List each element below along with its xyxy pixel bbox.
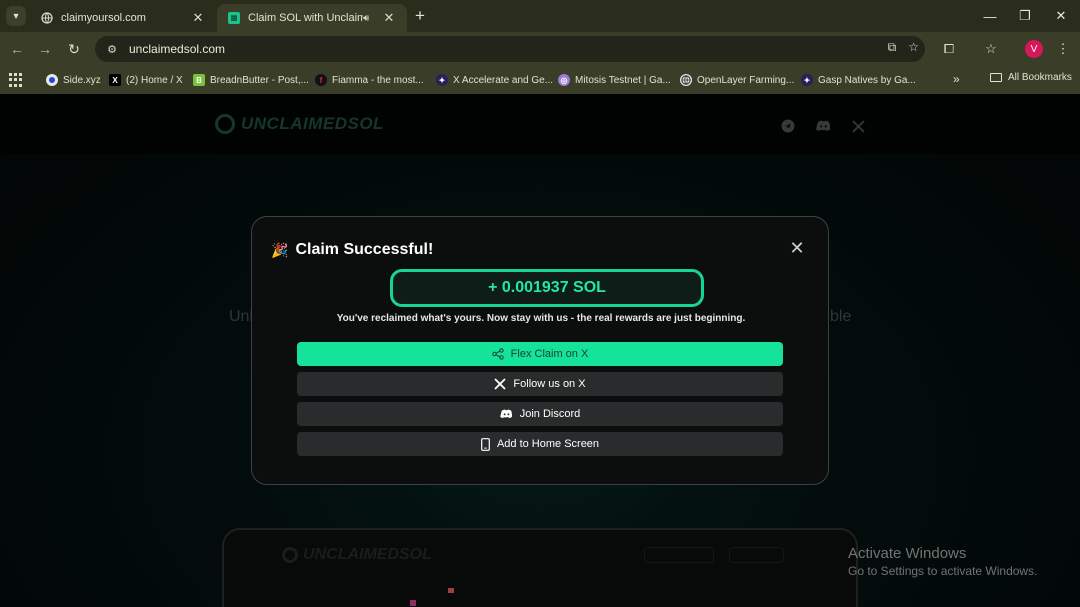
breadnbutter-icon: B [193, 74, 205, 86]
browser-toolbar: ← → ↻ ⚙ unclaimedsol.com ⧉ ☆ ⧠ ☆ V ⋮ [0, 32, 1080, 66]
phone-icon [481, 437, 490, 451]
site-info-icon[interactable]: ⚙ [101, 43, 123, 56]
minimize-button[interactable]: — [973, 0, 1007, 32]
close-icon[interactable]: ✕ [789, 239, 805, 257]
bookmarks-star-icon[interactable]: ☆ [980, 38, 1002, 60]
reload-icon[interactable]: ↻ [63, 38, 85, 60]
bookmark-item[interactable]: OpenLayer Farming... [680, 72, 794, 88]
follow-on-x-button[interactable]: Follow us on X [297, 372, 783, 396]
add-to-home-screen-button[interactable]: Add to Home Screen [297, 432, 783, 456]
tab-title: claimyoursol.com [61, 12, 146, 24]
flex-claim-on-x-button[interactable]: Flex Claim on X [297, 342, 783, 366]
cast-icon[interactable]: ⧉ [888, 40, 897, 55]
bookmark-item[interactable]: B BreadnButter - Post,... [193, 72, 309, 88]
modal-title: 🎉 Claim Successful! [271, 241, 434, 258]
close-window-button[interactable]: ✕ [1044, 0, 1078, 32]
bookmark-item[interactable]: X (2) Home / X [109, 72, 183, 88]
bookmark-item[interactable]: ✦ Gasp Natives by Ga... [801, 72, 916, 88]
more-bookmarks-chevron-icon[interactable]: » [953, 72, 960, 86]
all-bookmarks-button[interactable]: All Bookmarks [990, 72, 1072, 83]
fiamma-icon: f [315, 74, 327, 86]
new-tab-button[interactable]: + [410, 6, 430, 26]
close-tab-icon[interactable]: ✕ [381, 10, 397, 26]
site-favicon-icon [227, 11, 241, 25]
profile-avatar[interactable]: V [1025, 40, 1043, 58]
x-logo-icon [494, 378, 507, 390]
folder-icon [990, 73, 1002, 82]
tab-claimyoursol[interactable]: claimyoursol.com ✕ [30, 4, 216, 32]
x-accelerate-icon: ✦ [436, 74, 448, 86]
bookmark-item[interactable]: ✦ X Accelerate and Ge... [436, 72, 553, 88]
bookmark-star-icon[interactable]: ☆ [908, 40, 919, 55]
bookmarks-bar: Side.xyz X (2) Home / X B BreadnButter -… [0, 66, 1080, 94]
bookmark-item[interactable]: ◎ Mitosis Testnet | Ga... [558, 72, 671, 88]
claimed-amount: + 0.001937 SOL [390, 269, 704, 307]
side-xyz-icon [46, 74, 58, 86]
tab-search-button[interactable]: ▾ [6, 6, 26, 26]
back-arrow-icon[interactable]: ← [6, 38, 28, 60]
chevron-down-icon: ▾ [13, 10, 19, 22]
join-discord-button[interactable]: Join Discord [297, 402, 783, 426]
gasp-icon: ✦ [801, 74, 813, 86]
speaker-icon[interactable]: 🔊︎ [363, 13, 379, 24]
page-content: UNCLAIMEDSOL Unl ble UNCLAIMEDSOL Activa… [0, 94, 1080, 607]
party-popper-icon: 🎉 [271, 241, 289, 258]
tab-unclaimedsol[interactable]: Claim SOL with Unclaimed 🔊︎ ✕ [217, 4, 407, 32]
menu-kebab-icon[interactable]: ⋮ [1052, 38, 1074, 60]
url-text: unclaimedsol.com [129, 42, 226, 56]
globe-icon [680, 74, 692, 86]
address-bar[interactable]: ⚙ unclaimedsol.com ⧉ ☆ [95, 36, 925, 62]
mitosis-icon: ◎ [558, 74, 570, 86]
globe-icon [40, 11, 54, 25]
extensions-icon[interactable]: ⧠ [938, 38, 960, 60]
bookmark-item[interactable]: f Fiamma - the most... [315, 72, 424, 88]
maximize-button[interactable]: ❐ [1008, 0, 1042, 32]
forward-arrow-icon[interactable]: → [34, 38, 56, 60]
apps-grid-icon[interactable] [9, 73, 23, 87]
success-message: You've reclaimed what's yours. Now stay … [336, 313, 746, 324]
tab-strip: ▾ claimyoursol.com ✕ Claim SOL with Uncl… [0, 0, 1080, 32]
bookmark-item[interactable]: Side.xyz [46, 72, 101, 88]
claim-success-modal: 🎉 Claim Successful! ✕ + 0.001937 SOL You… [251, 216, 829, 485]
discord-icon [499, 409, 513, 419]
share-icon [491, 348, 504, 360]
x-logo-icon: X [109, 74, 121, 86]
tab-title: Claim SOL with Unclaimed [248, 12, 363, 24]
close-tab-icon[interactable]: ✕ [190, 10, 206, 26]
